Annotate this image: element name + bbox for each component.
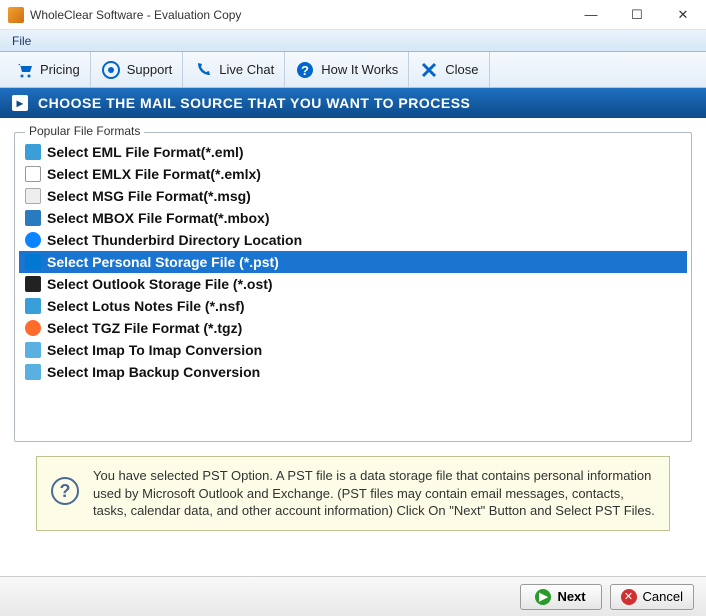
format-label: Select Thunderbird Directory Location	[47, 232, 302, 248]
format-option[interactable]: Select Imap To Imap Conversion	[19, 339, 687, 361]
banner-icon: ▸	[12, 95, 28, 111]
format-label: Select MBOX File Format(*.mbox)	[47, 210, 269, 226]
thunderbird-icon	[25, 232, 41, 248]
eml-icon	[25, 144, 41, 160]
format-option[interactable]: Select EMLX File Format(*.emlx)	[19, 163, 687, 185]
pst-icon	[25, 254, 41, 270]
toolbar-livechat-label: Live Chat	[219, 62, 274, 77]
close-window-button[interactable]: ✕	[660, 0, 706, 30]
next-button[interactable]: ▶ Next	[520, 584, 602, 610]
format-option[interactable]: Select Lotus Notes File (*.nsf)	[19, 295, 687, 317]
cancel-button[interactable]: ✕ Cancel	[610, 584, 694, 610]
format-label: Select Outlook Storage File (*.ost)	[47, 276, 273, 292]
toolbar-howitworks[interactable]: ? How It Works	[285, 52, 409, 87]
format-label: Select MSG File Format(*.msg)	[47, 188, 251, 204]
cancel-label: Cancel	[643, 589, 683, 604]
close-icon	[419, 60, 439, 80]
format-option[interactable]: Select TGZ File Format (*.tgz)	[19, 317, 687, 339]
titlebar: WholeClear Software - Evaluation Copy — …	[0, 0, 706, 30]
format-label: Select EMLX File Format(*.emlx)	[47, 166, 261, 182]
format-option[interactable]: Select EML File Format(*.eml)	[19, 141, 687, 163]
toolbar: Pricing Support Live Chat ? How It Works…	[0, 52, 706, 88]
format-label: Select Personal Storage File (*.pst)	[47, 254, 279, 270]
formats-legend: Popular File Formats	[25, 124, 144, 138]
mbox-icon	[25, 210, 41, 226]
format-option[interactable]: Select Personal Storage File (*.pst)	[19, 251, 687, 273]
format-option[interactable]: Select Outlook Storage File (*.ost)	[19, 273, 687, 295]
format-option[interactable]: Select MSG File Format(*.msg)	[19, 185, 687, 207]
format-label: Select TGZ File Format (*.tgz)	[47, 320, 242, 336]
format-label: Select EML File Format(*.eml)	[47, 144, 244, 160]
question-icon: ?	[295, 60, 315, 80]
formats-fieldset: Popular File Formats Select EML File For…	[14, 132, 692, 442]
next-icon: ▶	[535, 589, 551, 605]
toolbar-close-label: Close	[445, 62, 478, 77]
info-box: ? You have selected PST Option. A PST fi…	[36, 456, 670, 531]
format-label: Select Lotus Notes File (*.nsf)	[47, 298, 245, 314]
format-label: Select Imap To Imap Conversion	[47, 342, 262, 358]
toolbar-pricing-label: Pricing	[40, 62, 80, 77]
maximize-button[interactable]: ☐	[614, 0, 660, 30]
next-label: Next	[557, 589, 585, 604]
toolbar-close[interactable]: Close	[409, 52, 489, 87]
emlx-icon	[25, 166, 41, 182]
toolbar-support-label: Support	[127, 62, 173, 77]
imap-backup-icon	[25, 364, 41, 380]
format-option[interactable]: Select MBOX File Format(*.mbox)	[19, 207, 687, 229]
ost-icon	[25, 276, 41, 292]
nsf-icon	[25, 298, 41, 314]
imap-icon	[25, 342, 41, 358]
menu-file[interactable]: File	[6, 32, 37, 50]
formats-list: Select EML File Format(*.eml) Select EMLX…	[19, 141, 687, 383]
minimize-button[interactable]: —	[568, 0, 614, 30]
menubar: File	[0, 30, 706, 52]
format-option[interactable]: Select Imap Backup Conversion	[19, 361, 687, 383]
cart-icon	[14, 60, 34, 80]
app-icon	[8, 7, 24, 23]
toolbar-howitworks-label: How It Works	[321, 62, 398, 77]
info-text: You have selected PST Option. A PST file…	[93, 467, 655, 520]
cancel-icon: ✕	[621, 589, 637, 605]
svg-text:?: ?	[301, 63, 309, 78]
format-label: Select Imap Backup Conversion	[47, 364, 260, 380]
phone-icon	[193, 60, 213, 80]
msg-icon	[25, 188, 41, 204]
toolbar-pricing[interactable]: Pricing	[4, 52, 91, 87]
toolbar-support[interactable]: Support	[91, 52, 184, 87]
banner-text: CHOOSE THE MAIL SOURCE THAT YOU WANT TO …	[38, 95, 470, 111]
footer: ▶ Next ✕ Cancel	[0, 576, 706, 616]
tgz-icon	[25, 320, 41, 336]
toolbar-livechat[interactable]: Live Chat	[183, 52, 285, 87]
format-option[interactable]: Select Thunderbird Directory Location	[19, 229, 687, 251]
info-icon: ?	[51, 477, 79, 505]
support-icon	[101, 60, 121, 80]
banner: ▸ CHOOSE THE MAIL SOURCE THAT YOU WANT T…	[0, 88, 706, 118]
window-title: WholeClear Software - Evaluation Copy	[30, 8, 568, 22]
